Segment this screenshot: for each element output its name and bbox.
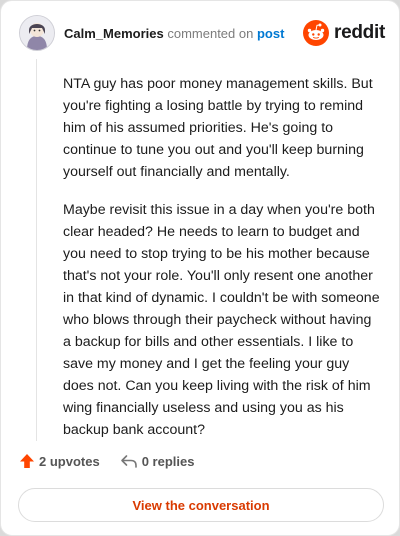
thread-line (36, 59, 37, 441)
upvote-button[interactable]: 2 upvotes (19, 453, 100, 469)
comment-header: Calm_Memories commented on post reddit (19, 15, 385, 51)
view-conversation-button[interactable]: View the conversation (18, 488, 384, 522)
comment-card: Calm_Memories commented on post reddit N… (0, 0, 400, 536)
upvote-count: 2 upvotes (39, 453, 100, 469)
comment-actions: 2 upvotes 0 replies (19, 453, 194, 469)
avatar[interactable] (19, 15, 55, 51)
reply-button[interactable]: 0 replies (120, 453, 195, 469)
reply-arrow-icon (120, 455, 137, 468)
upvote-arrow-icon (20, 454, 34, 468)
username-link[interactable]: Calm_Memories (64, 26, 164, 41)
comment-body: NTA guy has poor money management skills… (63, 73, 383, 457)
reddit-wordmark: reddit (334, 22, 385, 43)
avatar-image (20, 16, 54, 50)
post-link[interactable]: post (257, 26, 284, 41)
commented-on-text: commented on (167, 25, 254, 41)
comment-paragraph: Maybe revisit this issue in a day when y… (63, 202, 380, 438)
comment-paragraph: NTA guy has poor money management skills… (63, 76, 373, 180)
snoo-icon (303, 20, 330, 46)
comment-meta: Calm_Memories commented on post (64, 26, 284, 41)
reddit-logo[interactable]: reddit (303, 20, 385, 46)
reply-count: 0 replies (141, 453, 195, 469)
